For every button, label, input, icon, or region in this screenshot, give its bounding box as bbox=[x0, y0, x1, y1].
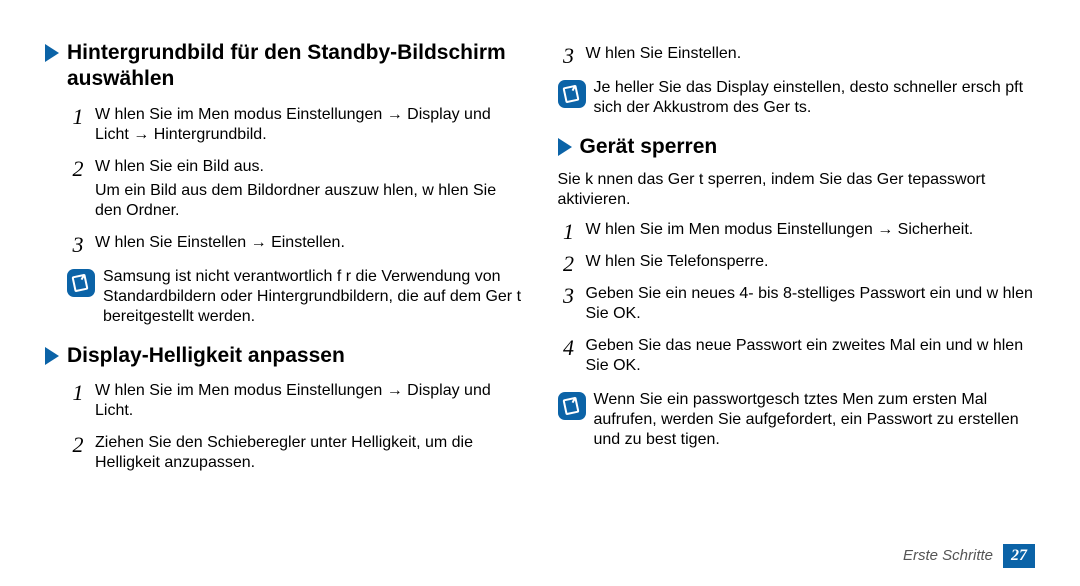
note: Wenn Sie ein passwortgesch tztes Men zum… bbox=[558, 390, 1036, 450]
step-body: W hlen Sie ein Bild aus. Um ein Bild aus… bbox=[89, 157, 523, 225]
step-text: W hlen Sie Telefonsperre. bbox=[586, 252, 1036, 272]
step-body: W hlen Sie Einstellen. bbox=[580, 44, 1036, 68]
chevron-icon bbox=[45, 347, 59, 365]
step-text: W hlen Sie im Men modus Einstellungen → … bbox=[95, 105, 523, 145]
step-text: Geben Sie ein neues 4- bis 8-stelliges P… bbox=[586, 284, 1036, 324]
step-item: 3 W hlen Sie Einstellen → Einstellen. bbox=[67, 233, 523, 257]
step-number: 1 bbox=[67, 106, 89, 128]
step-number: 3 bbox=[558, 45, 580, 67]
right-column: 3 W hlen Sie Einstellen. Je heller Sie d… bbox=[558, 40, 1036, 566]
step-number: 2 bbox=[67, 158, 89, 180]
section-heading-wallpaper: Hintergrundbild für den Standby-Bildschi… bbox=[45, 40, 523, 93]
step-body: W hlen Sie Einstellen → Einstellen. bbox=[89, 233, 523, 257]
section-title: Gerät sperren bbox=[580, 134, 718, 160]
section-title: Hintergrundbild für den Standby-Bildschi… bbox=[67, 40, 523, 93]
step-text: Um ein Bild aus dem Bildordner auszuw hl… bbox=[95, 181, 523, 221]
note-icon bbox=[558, 80, 586, 108]
step-body: W hlen Sie im Men modus Einstellungen → … bbox=[89, 381, 523, 425]
step-item: 1 W hlen Sie im Men modus Einstellungen … bbox=[67, 381, 523, 425]
step-item: 1 W hlen Sie im Men modus Einstellungen … bbox=[67, 105, 523, 149]
step-body: Ziehen Sie den Schieberegler unter Helli… bbox=[89, 433, 523, 477]
note-text: Wenn Sie ein passwortgesch tztes Men zum… bbox=[594, 390, 1036, 450]
chevron-icon bbox=[558, 138, 572, 156]
step-item: 3 Geben Sie ein neues 4- bis 8-stelliges… bbox=[558, 284, 1036, 328]
step-number: 1 bbox=[558, 221, 580, 243]
step-text: Geben Sie das neue Passwort ein zweites … bbox=[586, 336, 1036, 376]
step-item: 4 Geben Sie das neue Passwort ein zweite… bbox=[558, 336, 1036, 380]
step-item: 2 Ziehen Sie den Schieberegler unter Hel… bbox=[67, 433, 523, 477]
step-number: 2 bbox=[558, 253, 580, 275]
chevron-icon bbox=[45, 44, 59, 62]
note-icon bbox=[558, 392, 586, 420]
step-body: Geben Sie ein neues 4- bis 8-stelliges P… bbox=[580, 284, 1036, 328]
step-text: W hlen Sie Einstellen. bbox=[586, 44, 1036, 64]
note-icon bbox=[67, 269, 95, 297]
section-heading-lock: Gerät sperren bbox=[558, 134, 1036, 160]
note-text: Je heller Sie das Display einstellen, de… bbox=[594, 78, 1036, 118]
step-body: W hlen Sie im Men modus Einstellungen → … bbox=[89, 105, 523, 149]
step-number: 3 bbox=[558, 285, 580, 307]
step-text: W hlen Sie im Men modus Einstellungen → … bbox=[95, 381, 523, 421]
left-column: Hintergrundbild für den Standby-Bildschi… bbox=[45, 40, 523, 566]
step-number: 2 bbox=[67, 434, 89, 456]
step-text: W hlen Sie im Men modus Einstellungen → … bbox=[586, 220, 1036, 240]
step-number: 3 bbox=[67, 234, 89, 256]
section-title: Display-Helligkeit anpassen bbox=[67, 343, 345, 369]
section-intro: Sie k nnen das Ger t sperren, indem Sie … bbox=[558, 170, 1036, 210]
step-body: Geben Sie das neue Passwort ein zweites … bbox=[580, 336, 1036, 380]
section-heading-brightness: Display-Helligkeit anpassen bbox=[45, 343, 523, 369]
step-item: 2 W hlen Sie Telefonsperre. bbox=[558, 252, 1036, 276]
step-number: 4 bbox=[558, 337, 580, 359]
step-body: W hlen Sie im Men modus Einstellungen → … bbox=[580, 220, 1036, 244]
step-body: W hlen Sie Telefonsperre. bbox=[580, 252, 1036, 276]
note-text: Samsung ist nicht verantwortlich f r die… bbox=[103, 267, 523, 327]
step-text: W hlen Sie ein Bild aus. bbox=[95, 157, 523, 177]
manual-page: Hintergrundbild für den Standby-Bildschi… bbox=[0, 0, 1080, 586]
footer-section-label: Erste Schritte bbox=[903, 547, 993, 566]
note: Je heller Sie das Display einstellen, de… bbox=[558, 78, 1036, 118]
footer-page-number: 27 bbox=[1003, 544, 1035, 568]
note: Samsung ist nicht verantwortlich f r die… bbox=[67, 267, 523, 327]
page-footer: Erste Schritte 27 bbox=[903, 544, 1035, 568]
step-number: 1 bbox=[67, 382, 89, 404]
step-item: 1 W hlen Sie im Men modus Einstellungen … bbox=[558, 220, 1036, 244]
step-item: 2 W hlen Sie ein Bild aus. Um ein Bild a… bbox=[67, 157, 523, 225]
step-item: 3 W hlen Sie Einstellen. bbox=[558, 44, 1036, 68]
step-text: Ziehen Sie den Schieberegler unter Helli… bbox=[95, 433, 523, 473]
step-text: W hlen Sie Einstellen → Einstellen. bbox=[95, 233, 523, 253]
